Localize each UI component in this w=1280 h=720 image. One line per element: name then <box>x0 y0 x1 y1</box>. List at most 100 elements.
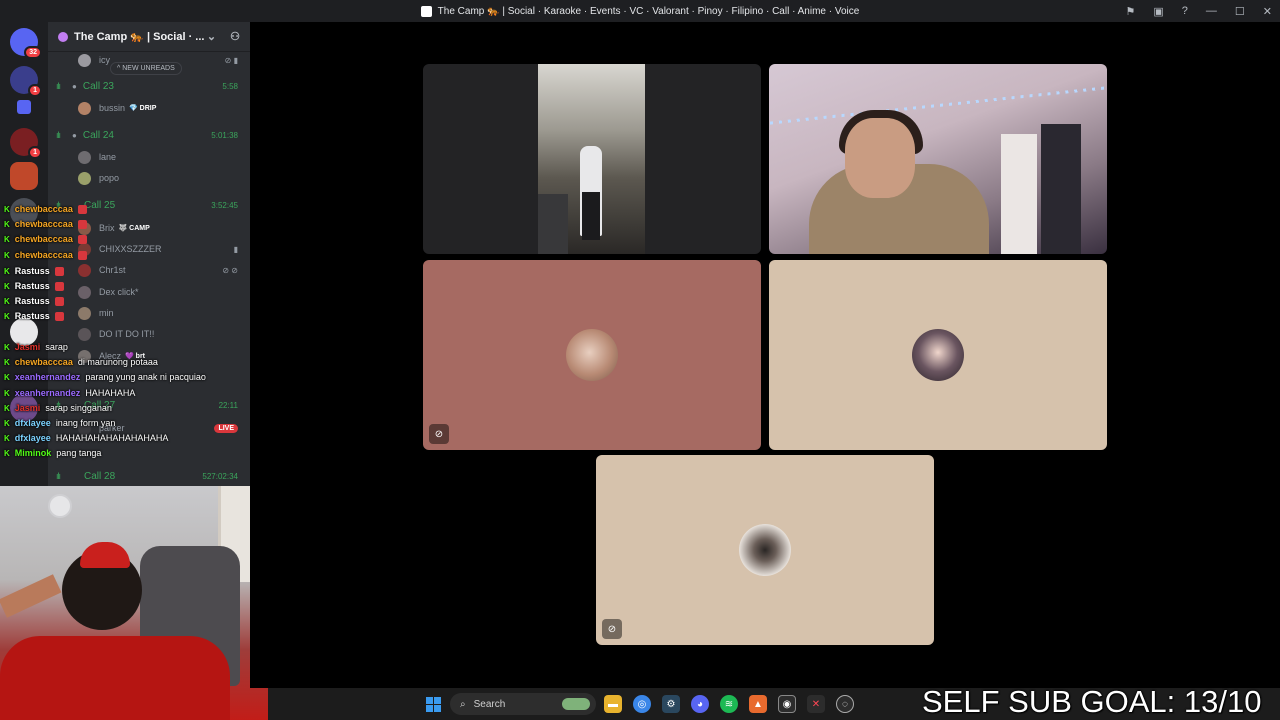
kick-icon: K <box>4 418 10 428</box>
emote-icon <box>77 204 87 214</box>
chat-message: Kdfxlayee HAHAHAHAHAHAHAHAHA <box>4 433 169 443</box>
audio-tile[interactable]: ⊘ <box>423 260 761 450</box>
chat-message: K Rastuss <box>4 296 254 306</box>
audio-tile[interactable] <box>769 260 1107 450</box>
app-icon[interactable]: ▲ <box>749 695 767 713</box>
avatar <box>78 150 91 164</box>
kick-icon: K <box>4 311 10 321</box>
new-unreads-pill[interactable]: ^ NEW UNREADS <box>110 62 182 75</box>
gym-person-legs <box>582 192 600 240</box>
avatar <box>78 53 91 67</box>
emote-icon <box>54 266 64 276</box>
search-icon: ⌕ <box>460 698 466 710</box>
kick-icon: K <box>4 448 10 458</box>
voice-member[interactable]: DO IT DO IT!! <box>78 326 250 342</box>
chat-message: K Rastuss <box>4 266 254 276</box>
lock-icon: ● <box>72 130 77 140</box>
pizzeria-server-icon[interactable] <box>10 162 38 190</box>
close-icon[interactable]: ✕ <box>1263 5 1272 18</box>
valorant-icon[interactable]: ✕ <box>807 695 825 713</box>
spotify-icon[interactable]: ≋ <box>720 695 738 713</box>
kick-icon: K <box>4 281 10 291</box>
discord-icon[interactable]: ◕ <box>691 695 709 713</box>
steam-icon[interactable]: ⚙ <box>662 695 680 713</box>
riot-icon[interactable]: ◌ <box>836 695 854 713</box>
kick-icon: K <box>4 204 10 214</box>
kick-icon: K <box>4 357 10 367</box>
muted-icon: ⊘ ▮ <box>224 55 238 65</box>
voice-activity-icon: ılı <box>56 130 61 140</box>
streamer-shirt <box>0 636 230 720</box>
voice-member[interactable]: popo <box>78 170 250 186</box>
emote-icon <box>77 219 87 229</box>
lock-icon: ● <box>72 81 77 91</box>
emote-icon <box>54 296 64 306</box>
chat-message: Kchewbacccaa <box>4 250 254 260</box>
emote-icon <box>54 311 64 321</box>
search-highlight-icon <box>562 698 590 710</box>
windows-start-icon[interactable] <box>426 697 441 712</box>
chat-message: Kdfxlayee inang form yan <box>4 418 116 428</box>
kick-icon: K <box>4 219 10 229</box>
video-tile[interactable] <box>769 64 1107 254</box>
voice-channel[interactable]: ılı ● Call 23 5:58 <box>48 78 250 94</box>
emote-icon <box>77 234 87 244</box>
kick-icon: K <box>4 403 10 413</box>
kick-icon: K <box>4 342 10 352</box>
chrome-icon[interactable]: ◎ <box>633 695 651 713</box>
kick-icon: K <box>4 250 10 260</box>
chat-message: K Miminok pang tanga <box>4 448 102 458</box>
chat-message: Kchewbacccaa <box>4 234 254 244</box>
mic-muted-icon: ⊘ <box>429 424 449 444</box>
video-tile[interactable] <box>423 64 761 254</box>
voice-activity-icon: ılı <box>56 81 61 91</box>
server-icon[interactable]: 1 <box>10 66 42 97</box>
minimize-icon[interactable]: — <box>1206 5 1217 17</box>
taskbar-search[interactable]: ⌕ Search <box>450 693 596 715</box>
streamer-webcam <box>0 486 268 720</box>
screen-icon[interactable]: ▣ <box>1153 5 1163 18</box>
door <box>1001 134 1037 254</box>
closet <box>1041 124 1081 254</box>
chat-message: Kxeanhernandez HAHAHAHA <box>4 388 136 398</box>
kick-icon: K <box>4 266 10 276</box>
emote-icon <box>77 250 87 260</box>
discord-app-icon <box>420 5 432 17</box>
voice-channel[interactable]: ılı ● Call 24 5:01:38 <box>48 127 250 143</box>
help-icon[interactable]: ? <box>1182 5 1188 17</box>
server-boost-icon <box>58 31 68 42</box>
obs-icon[interactable]: ◉ <box>778 695 796 713</box>
add-member-icon[interactable]: ⚇ <box>230 30 240 43</box>
led-lights <box>769 86 1107 125</box>
inbox-icon[interactable]: ⚑ <box>1126 5 1136 18</box>
avatar <box>78 101 91 115</box>
wall-clock <box>48 494 72 518</box>
server-name: The Camp 🐅 | Social · ... <box>74 31 205 43</box>
voice-member[interactable]: bussin 💎 DRIP <box>78 100 250 116</box>
voice-member[interactable]: lane <box>78 149 250 165</box>
avatar <box>78 171 91 185</box>
chat-message: K Rastuss <box>4 311 254 321</box>
streamer-arm <box>0 574 62 618</box>
server-icon[interactable]: 1 <box>10 128 42 159</box>
participant-avatar <box>739 524 791 576</box>
server-header[interactable]: The Camp 🐅 | Social · ... ⌄ ⚇ <box>48 22 250 52</box>
kick-icon: K <box>4 433 10 443</box>
chat-message: Kchewbacccaa <box>4 204 254 214</box>
chevron-down-icon[interactable]: ⌄ <box>207 30 216 43</box>
unread-badge: 1 <box>28 146 42 159</box>
mic-muted-icon: ⊘ <box>602 619 622 639</box>
chat-message: Kchewbacccaa <box>4 219 254 229</box>
bedroom-video <box>769 64 1107 254</box>
folder-icon[interactable] <box>17 100 31 114</box>
voice-channel[interactable]: ılı Call 28 527:02:34 <box>48 468 250 484</box>
chat-message: Kxeanhernandez parang yung anak ni pacqui… <box>4 372 206 382</box>
home-icon[interactable]: 32 <box>10 28 42 59</box>
file-explorer-icon[interactable]: ▬ <box>604 695 622 713</box>
chat-message: Kchewbacccaa di marunong potaaa <box>4 357 158 367</box>
avatar <box>78 327 91 341</box>
maximize-icon[interactable]: ☐ <box>1235 5 1245 18</box>
audio-tile[interactable]: ⊘ <box>596 455 934 645</box>
window-title: The Camp 🐅 | Social · Karaoke · Events ·… <box>437 5 860 17</box>
window-titlebar: The Camp 🐅 | Social · Karaoke · Events ·… <box>0 0 1280 22</box>
